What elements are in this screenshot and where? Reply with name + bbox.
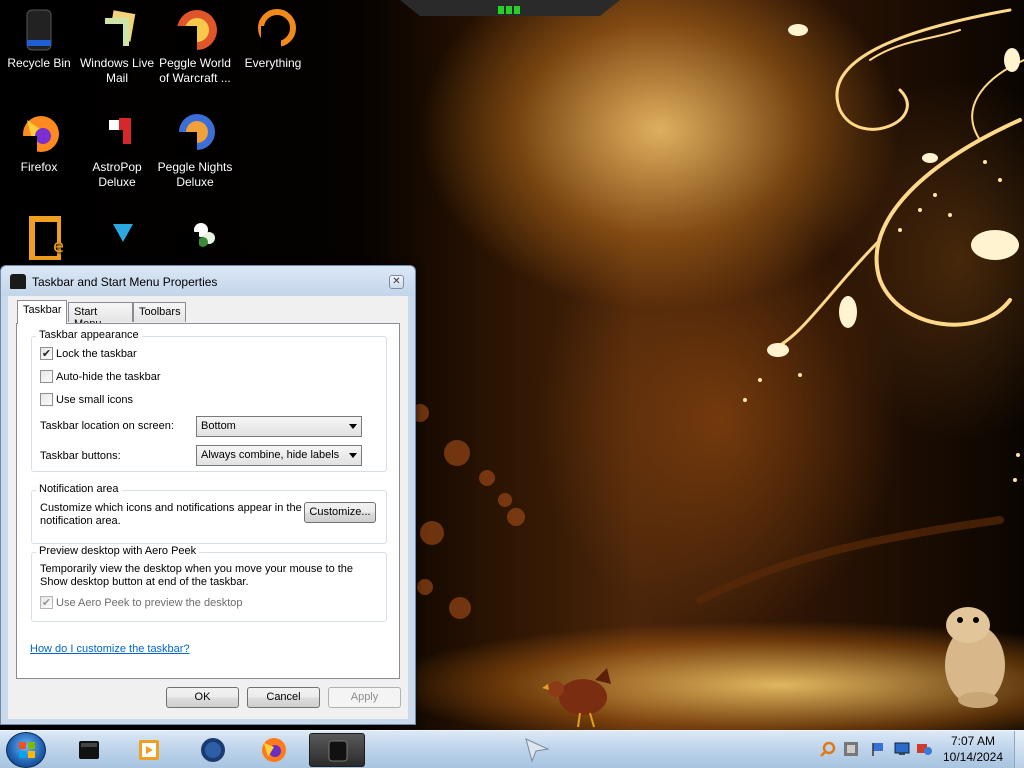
taskbar-properties-icon <box>328 740 348 762</box>
small-icons-label: Use small icons <box>56 394 134 406</box>
taskbar-button-network[interactable] <box>185 733 241 767</box>
aero-peek-title: Preview desktop with Aero Peek <box>36 545 200 557</box>
arrow-app-icon <box>93 212 141 260</box>
desktop-icon-label: Everything <box>244 56 302 70</box>
aero-peek-checkbox[interactable]: ✔ <box>40 596 53 609</box>
peggle-nights-icon <box>171 110 219 158</box>
taskbar-button-explorer[interactable] <box>61 733 117 767</box>
check-icon: ✔ <box>41 347 52 360</box>
cancel-button[interactable]: Cancel <box>247 687 320 708</box>
astropop-icon <box>93 110 141 158</box>
tab-toolbars[interactable]: Toolbars <box>133 302 186 322</box>
notification-area-title: Notification area <box>36 483 122 495</box>
dropdown-arrow-icon <box>349 424 357 429</box>
everything-search-icon <box>249 6 297 54</box>
start-button[interactable] <box>6 732 46 768</box>
taskbar-location-label: Taskbar location on screen: <box>40 420 174 432</box>
system-tray: 7:07 AM 10/14/2024 <box>814 731 1024 768</box>
lock-taskbar-checkbox[interactable]: ✔ <box>40 347 53 360</box>
tab-taskbar[interactable]: Taskbar <box>17 300 67 324</box>
check-icon: ✔ <box>41 596 52 609</box>
dropdown-arrow-icon <box>349 453 357 458</box>
desktop-icon-peggle-nights[interactable]: Peggle Nights Deluxe <box>156 110 234 190</box>
dialog-titlebar[interactable]: Taskbar and Start Menu Properties ✕ <box>1 266 415 296</box>
ok-button[interactable]: OK <box>166 687 239 708</box>
peggle-wow-icon <box>171 6 219 54</box>
auto-hide-checkbox[interactable] <box>40 370 53 383</box>
taskbar-tab-panel: Taskbar appearance ✔ Lock the taskbar Au… <box>16 323 400 679</box>
firefox-icon <box>15 110 63 158</box>
taskbar-properties-icon <box>10 274 26 289</box>
auto-hide-label: Auto-hide the taskbar <box>56 371 161 383</box>
firefox-icon <box>262 738 286 762</box>
clock-time[interactable]: 7:07 AM <box>931 734 1015 748</box>
recycle-bin-icon <box>15 6 63 54</box>
apply-button[interactable]: Apply <box>328 687 401 708</box>
tray-app-icon[interactable] <box>843 741 859 757</box>
tray-network-icon[interactable] <box>894 741 910 757</box>
show-desktop-button[interactable] <box>1014 731 1024 768</box>
desktop-icon-peggle-wow[interactable]: Peggle World of Warcraft ... <box>156 6 234 86</box>
small-icons-checkbox[interactable] <box>40 393 53 406</box>
windows-logo-icon <box>19 742 35 758</box>
tray-action-center-icon[interactable] <box>916 741 932 757</box>
mail-icon <box>93 6 141 54</box>
taskbar-buttons-select[interactable]: Always combine, hide labels <box>196 445 362 466</box>
cursor-icon <box>525 738 550 763</box>
taskbar-buttons-value: Always combine, hide labels <box>201 449 340 461</box>
aero-peek-text-line1: Temporarily view the desktop when you mo… <box>40 563 354 575</box>
desktop-icon-firefox[interactable]: Firefox <box>0 110 78 175</box>
desktop-icon-label: Peggle Nights Deluxe <box>157 160 233 189</box>
desktop-icon-partial-2[interactable] <box>78 212 156 262</box>
explorer-icon <box>79 741 99 759</box>
desktop-icon-label: Windows Live Mail <box>79 56 155 85</box>
flower-app-icon <box>171 212 219 260</box>
customize-button[interactable]: Customize... <box>304 502 376 523</box>
taskbar-button-properties[interactable] <box>309 733 365 767</box>
hamster-widget <box>945 607 1005 708</box>
chicken-widget <box>542 668 611 728</box>
desktop-icon-windows-live-mail[interactable]: Windows Live Mail <box>78 6 156 86</box>
tray-flag-icon[interactable] <box>871 741 887 757</box>
lock-taskbar-label: Lock the taskbar <box>56 348 137 360</box>
desktop-icon-label: Firefox <box>20 160 58 174</box>
dialog-body: Taskbar Start Menu Toolbars Taskbar appe… <box>8 296 408 719</box>
taskbar-button-media-player[interactable] <box>121 733 177 767</box>
desktop-icon-partial-3[interactable] <box>156 212 234 262</box>
desktop-icon-label: AstroPop Deluxe <box>92 160 142 189</box>
taskbar-button-firefox[interactable] <box>246 733 302 767</box>
taskbar: 7:07 AM 10/14/2024 <box>0 730 1024 768</box>
aero-peek-label: Use Aero Peek to preview the desktop <box>56 597 243 609</box>
desktop-icon-everything[interactable]: Everything <box>234 6 312 71</box>
taskbar-properties-dialog: Taskbar and Start Menu Properties ✕ Task… <box>0 265 416 725</box>
tab-start-menu[interactable]: Start Menu <box>68 302 133 330</box>
aero-peek-text-line2: Show desktop button at end of the taskba… <box>40 576 249 588</box>
notification-text-line1: Customize which icons and notifications … <box>40 502 302 514</box>
tray-search-icon[interactable] <box>820 741 836 757</box>
tab-label: Taskbar <box>23 304 62 316</box>
network-globe-icon <box>201 738 225 762</box>
dialog-title: Taskbar and Start Menu Properties <box>32 275 218 289</box>
desktop-icon-label: Recycle Bin <box>7 56 71 70</box>
media-player-icon <box>139 740 159 760</box>
clock-date[interactable]: 10/14/2024 <box>931 750 1015 764</box>
taskbar-buttons-label: Taskbar buttons: <box>40 450 121 462</box>
taskbar-location-select[interactable]: Bottom <box>196 416 362 437</box>
taskbar-location-value: Bottom <box>201 420 236 432</box>
desktop-icon-astropop[interactable]: AstroPop Deluxe <box>78 110 156 190</box>
desktop-icon-label: Peggle World of Warcraft ... <box>159 56 231 85</box>
tab-label: Toolbars <box>139 306 181 318</box>
taskbar-appearance-title: Taskbar appearance <box>36 329 142 341</box>
notification-text-line2: notification area. <box>40 515 121 527</box>
help-link[interactable]: How do I customize the taskbar? <box>30 643 190 655</box>
desktop-icon-recycle-bin[interactable]: Recycle Bin <box>0 6 78 71</box>
desktop-icon-partial-1[interactable]: e <box>0 212 78 262</box>
document-icon: e <box>15 212 64 260</box>
close-button[interactable]: ✕ <box>389 275 404 289</box>
svg-text:e: e <box>53 236 63 257</box>
close-icon: ✕ <box>392 276 401 287</box>
top-gadget <box>400 0 620 16</box>
